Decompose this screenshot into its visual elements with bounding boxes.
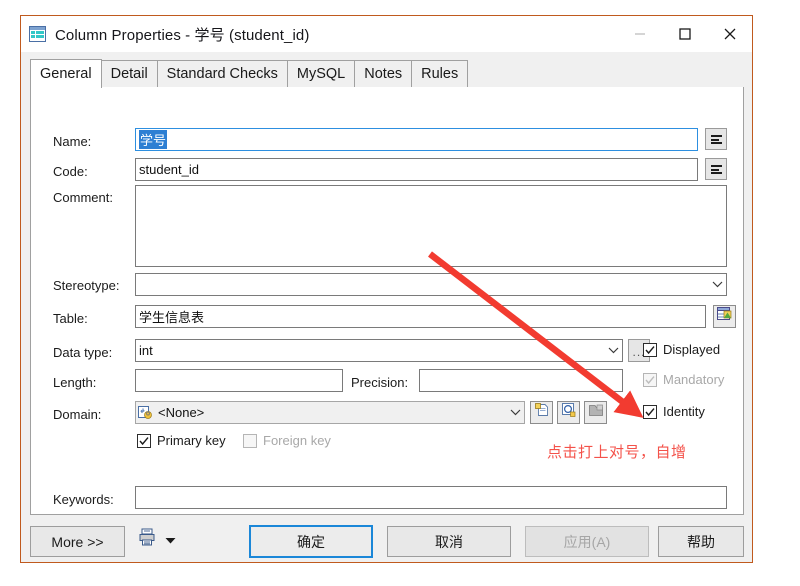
- chevron-down-icon[interactable]: [165, 531, 176, 549]
- mandatory-checkbox: Mandatory: [643, 372, 724, 387]
- name-input-value: 学号: [139, 130, 168, 149]
- keywords-label: Keywords:: [53, 492, 114, 507]
- stereotype-combo[interactable]: [135, 273, 727, 296]
- primary-key-label: Primary key: [157, 433, 226, 448]
- keywords-input[interactable]: [135, 486, 727, 509]
- foreign-key-label: Foreign key: [263, 433, 331, 448]
- domain-list-button[interactable]: [584, 401, 607, 424]
- datatype-label: Data type:: [53, 345, 113, 360]
- foreign-key-checkbox: Foreign key: [243, 433, 331, 448]
- checkbox-box: [137, 433, 151, 448]
- maximize-icon[interactable]: [662, 16, 707, 52]
- stereotype-label: Stereotype:: [53, 278, 120, 293]
- tab-label: General: [40, 66, 92, 82]
- general-tab-panel: Name: 学号 Code: student_id Comment: Stere…: [30, 87, 744, 515]
- new-domain-button[interactable]: [530, 401, 553, 424]
- minimize-icon[interactable]: [617, 16, 662, 52]
- apply-button: 应用(A): [525, 526, 649, 557]
- title-bar: Column Properties - 学号 (student_id): [21, 16, 752, 52]
- domain-properties-button[interactable]: [557, 401, 580, 424]
- length-input[interactable]: [135, 369, 343, 392]
- column-properties-dialog: Column Properties - 学号 (student_id) Gene…: [20, 15, 753, 563]
- primary-key-checkbox[interactable]: Primary key: [137, 433, 226, 448]
- tab-notes[interactable]: Notes: [354, 60, 413, 87]
- precision-input[interactable]: [419, 369, 623, 392]
- domain-icon: #: [138, 405, 153, 420]
- more-button[interactable]: More >>: [30, 526, 125, 557]
- equals-icon: [710, 134, 722, 144]
- datatype-combo[interactable]: int: [135, 339, 623, 362]
- help-button-label: 帮助: [687, 533, 715, 550]
- chevron-down-icon[interactable]: [605, 340, 622, 361]
- table-grid-icon: [29, 26, 46, 42]
- checkbox-box: [643, 404, 657, 419]
- identity-label: Identity: [663, 404, 705, 419]
- identity-checkbox[interactable]: Identity: [643, 404, 705, 419]
- name-label: Name:: [53, 134, 92, 149]
- apply-button-label: 应用(A): [563, 533, 611, 550]
- table-label: Table:: [53, 311, 88, 326]
- new-domain-icon: [534, 403, 549, 422]
- table-properties-icon: [717, 307, 732, 326]
- name-equals-button[interactable]: [705, 128, 727, 150]
- table-input[interactable]: 学生信息表: [135, 305, 706, 328]
- domain-properties-icon: [561, 403, 576, 422]
- table-properties-button[interactable]: [713, 305, 736, 328]
- tab-label: Detail: [110, 66, 148, 82]
- mandatory-label: Mandatory: [663, 372, 725, 387]
- window-title: Column Properties - 学号 (student_id): [55, 26, 310, 44]
- code-input-value: student_id: [139, 162, 199, 177]
- checkbox-box: [243, 433, 257, 448]
- tab-strip: General Detail Standard Checks MySQL Not…: [30, 59, 744, 88]
- checkbox-box: [643, 342, 657, 357]
- tab-label: Rules: [421, 66, 459, 82]
- chevron-down-icon[interactable]: [709, 274, 726, 295]
- domain-value: <None>: [158, 405, 205, 420]
- domain-list-icon: [588, 404, 603, 422]
- domain-label: Domain:: [53, 407, 102, 422]
- print-icon[interactable]: [139, 528, 156, 551]
- ok-button[interactable]: 确定: [249, 525, 373, 558]
- comment-label: Comment:: [53, 190, 113, 205]
- window-controls: [617, 16, 752, 52]
- tab-standard-checks[interactable]: Standard Checks: [156, 60, 288, 87]
- tab-rules[interactable]: Rules: [411, 60, 469, 87]
- code-equals-button[interactable]: [705, 158, 727, 180]
- cancel-button-label: 取消: [435, 533, 463, 550]
- tab-label: Notes: [364, 66, 403, 82]
- name-input[interactable]: 学号: [135, 128, 698, 151]
- datatype-value: int: [139, 343, 153, 358]
- ok-button-label: 确定: [297, 533, 325, 550]
- comment-textarea[interactable]: [135, 185, 727, 267]
- cancel-button[interactable]: 取消: [387, 526, 511, 557]
- code-label: Code:: [53, 164, 88, 179]
- displayed-label: Displayed: [663, 342, 721, 357]
- help-button[interactable]: 帮助: [658, 526, 744, 557]
- tab-label: Standard Checks: [166, 66, 278, 82]
- precision-label: Precision:: [351, 375, 409, 390]
- tab-mysql[interactable]: MySQL: [286, 60, 356, 87]
- close-icon[interactable]: [707, 16, 752, 52]
- checkbox-box: [643, 372, 657, 387]
- domain-combo[interactable]: # <None>: [135, 401, 525, 424]
- length-label: Length:: [53, 375, 97, 390]
- tab-detail[interactable]: Detail: [100, 60, 158, 87]
- tab-general[interactable]: General: [30, 59, 102, 88]
- chevron-down-icon[interactable]: [507, 402, 524, 423]
- svg-text:#: #: [140, 408, 145, 415]
- dialog-footer: More >> 确定 取消 应用(A) 帮助: [21, 519, 754, 564]
- displayed-checkbox[interactable]: Displayed: [643, 342, 720, 357]
- tab-label: MySQL: [296, 66, 346, 82]
- more-button-label: More >>: [51, 533, 104, 550]
- print-button-group[interactable]: [139, 528, 176, 551]
- equals-icon: [710, 164, 722, 174]
- code-input[interactable]: student_id: [135, 158, 698, 181]
- table-value: 学生信息表: [139, 310, 205, 325]
